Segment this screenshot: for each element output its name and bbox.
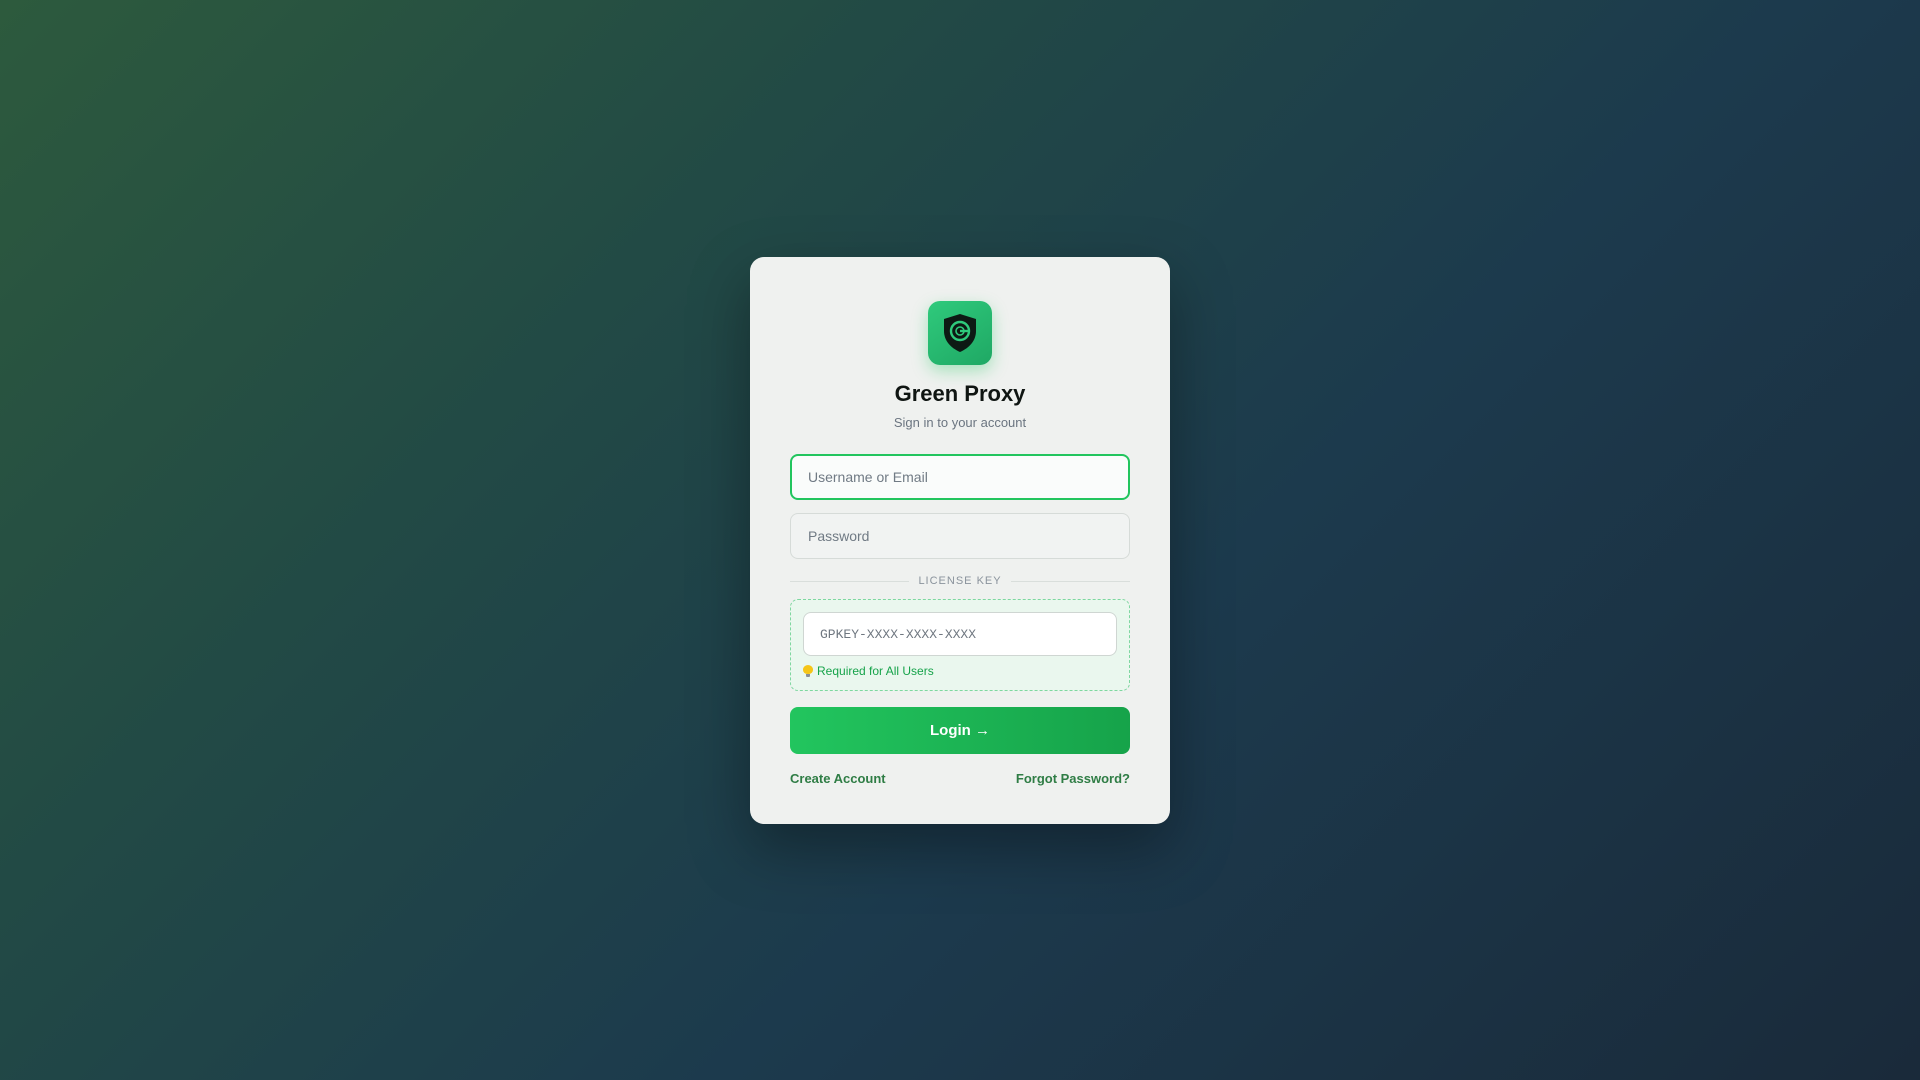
license-key-input[interactable]	[803, 612, 1117, 656]
create-account-link[interactable]: Create Account	[790, 771, 886, 786]
password-input[interactable]	[790, 513, 1130, 559]
license-divider-label: LICENSE KEY	[918, 575, 1002, 587]
shield-g-icon	[944, 314, 976, 352]
app-logo	[928, 301, 992, 365]
lightbulb-icon	[803, 664, 813, 678]
app-title: Green Proxy	[894, 381, 1026, 406]
username-input[interactable]	[790, 454, 1130, 500]
license-note-text: Required for All Users	[817, 664, 934, 678]
app-subtitle: Sign in to your account	[893, 415, 1027, 430]
login-button[interactable]: Login →	[790, 707, 1130, 754]
footer-links: Create Account Forgot Password?	[790, 771, 1130, 786]
forgot-password-link[interactable]: Forgot Password?	[1016, 771, 1130, 786]
license-divider: LICENSE KEY	[790, 575, 1131, 587]
divider-line-right	[1010, 580, 1131, 582]
divider-line-left	[790, 580, 910, 582]
license-note: Required for All Users	[803, 664, 1117, 678]
login-card: Green Proxy Sign in to your account LICE…	[750, 257, 1170, 824]
license-key-box: Required for All Users	[790, 599, 1130, 691]
